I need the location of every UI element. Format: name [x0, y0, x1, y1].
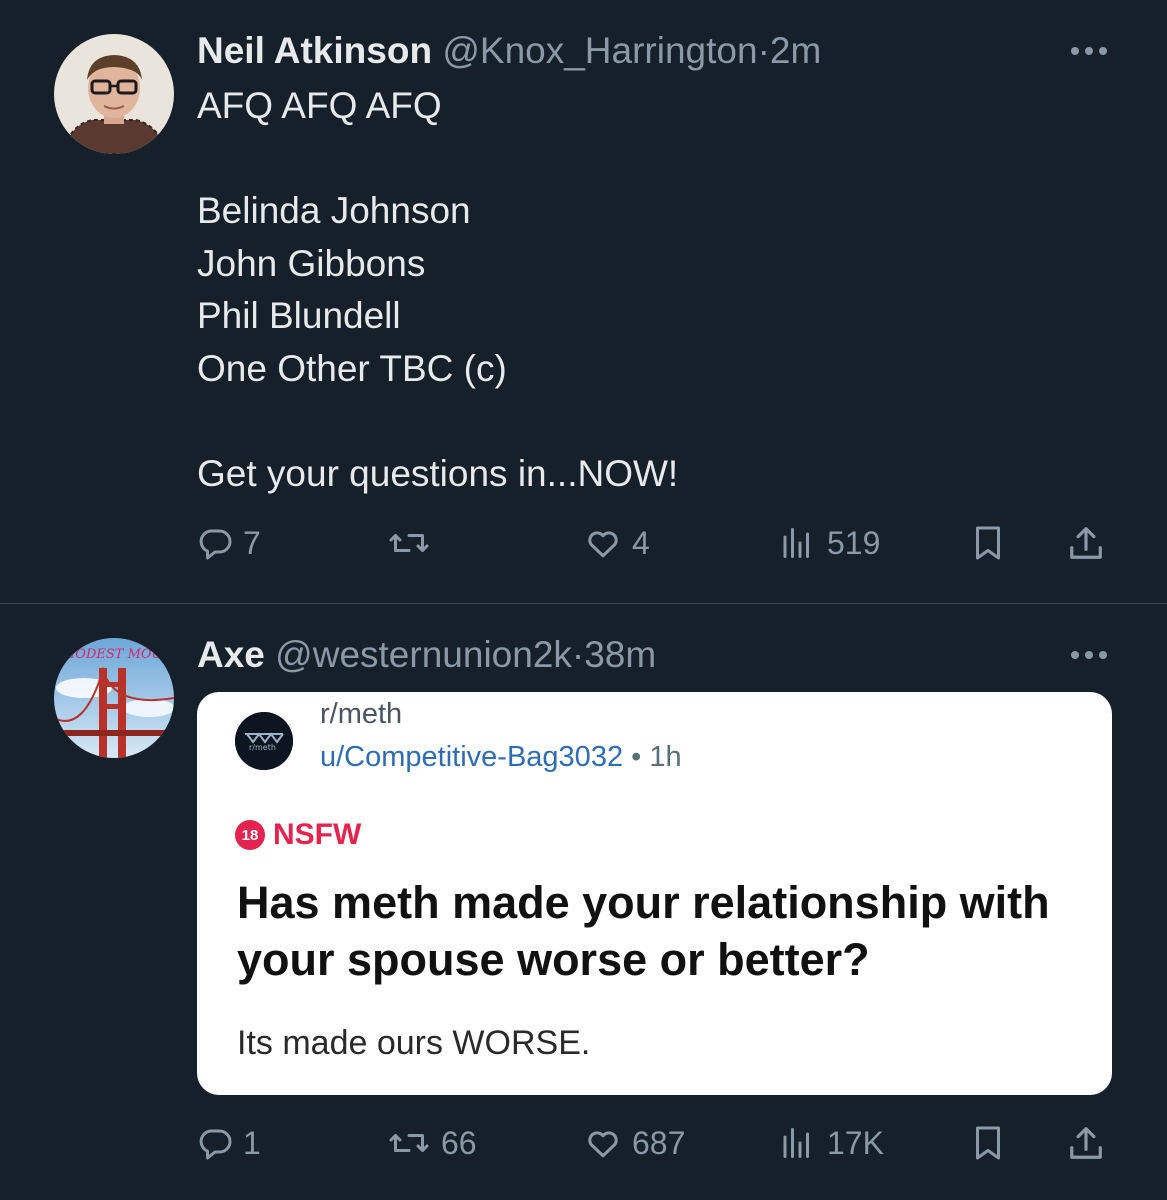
action-bar: 1 66 687 17K	[197, 1118, 1112, 1168]
nsfw-badge-icon: 18	[235, 820, 265, 850]
like-count: 687	[632, 1124, 686, 1161]
retweet-button[interactable]: 66	[387, 1118, 477, 1168]
retweet-count: 66	[441, 1124, 477, 1161]
views-icon	[777, 1125, 817, 1161]
post-separator: •	[631, 741, 642, 773]
like-count: 4	[632, 524, 650, 561]
views-button[interactable]: 17K	[777, 1118, 884, 1168]
avatar-text: MODEST MOUSE	[61, 647, 174, 662]
share-button[interactable]	[1067, 1118, 1105, 1168]
post-time: 1h	[649, 741, 682, 773]
share-icon	[1067, 1123, 1105, 1163]
timestamp[interactable]: 38m	[584, 634, 656, 675]
views-button[interactable]: 519	[777, 518, 880, 568]
nsfw-label: NSFW	[273, 818, 362, 851]
like-button[interactable]: 687	[584, 1118, 685, 1168]
avatar[interactable]	[54, 34, 174, 154]
view-count: 17K	[827, 1124, 884, 1161]
tweet-header: Axe @westernunion2k·38m	[197, 633, 656, 677]
post-meta: u/Competitive-Bag3032 • 1h	[320, 741, 682, 774]
media-image[interactable]: r/meth r/meth u/Competitive-Bag3032 • 1h…	[197, 692, 1112, 1095]
separator: ·	[757, 30, 770, 71]
subreddit-icon: r/meth	[235, 712, 293, 770]
like-icon	[584, 525, 622, 561]
subreddit-icon-text: r/meth	[249, 743, 276, 752]
tweet-text: AFQ AFQ AFQ Belinda Johnson John Gibbons…	[197, 85, 679, 494]
reply-icon	[197, 525, 233, 561]
bookmark-icon	[970, 523, 1006, 563]
post-title: Has meth made your relationship with you…	[237, 877, 1050, 985]
nsfw-tag: 18 NSFW	[235, 818, 361, 852]
post-username: u/Competitive-Bag3032	[320, 741, 624, 773]
post-body: Its made ours WORSE.	[237, 1024, 591, 1062]
reply-button[interactable]: 7	[197, 518, 261, 568]
retweet-button[interactable]	[387, 518, 441, 568]
more-icon[interactable]	[1069, 44, 1109, 56]
avatar[interactable]: MODEST MOUSE	[54, 638, 174, 758]
like-button[interactable]: 4	[584, 518, 650, 568]
action-bar: 7 4 519	[197, 518, 1112, 568]
tweet[interactable]: Neil Atkinson @Knox_Harrington·2m AFQ AF…	[0, 0, 1167, 603]
like-icon	[584, 1125, 622, 1161]
user-handle[interactable]: @Knox_Harrington	[442, 30, 757, 71]
separator: ·	[571, 634, 585, 675]
user-handle[interactable]: @westernunion2k	[275, 634, 572, 675]
share-icon	[1067, 523, 1105, 563]
bookmark-icon	[970, 1123, 1006, 1163]
display-name[interactable]: Axe	[197, 634, 265, 675]
display-name[interactable]: Neil Atkinson	[197, 30, 432, 71]
retweet-icon	[387, 525, 431, 561]
reply-button[interactable]: 1	[197, 1118, 261, 1168]
reply-count: 7	[243, 524, 261, 561]
bookmark-button[interactable]	[970, 1118, 1006, 1168]
view-count: 519	[827, 524, 881, 561]
tweet[interactable]: MODEST MOUSE Axe @westernunion2k·38m r/m…	[0, 604, 1167, 1200]
views-icon	[777, 525, 817, 561]
reply-icon	[197, 1125, 233, 1161]
reply-count: 1	[243, 1124, 261, 1161]
bookmark-button[interactable]	[970, 518, 1006, 568]
retweet-icon	[387, 1125, 431, 1161]
more-icon[interactable]	[1069, 648, 1109, 660]
share-button[interactable]	[1067, 518, 1105, 568]
timestamp[interactable]: 2m	[770, 30, 821, 71]
tweet-header: Neil Atkinson @Knox_Harrington·2m	[197, 29, 821, 73]
subreddit-name: r/meth	[320, 698, 403, 730]
